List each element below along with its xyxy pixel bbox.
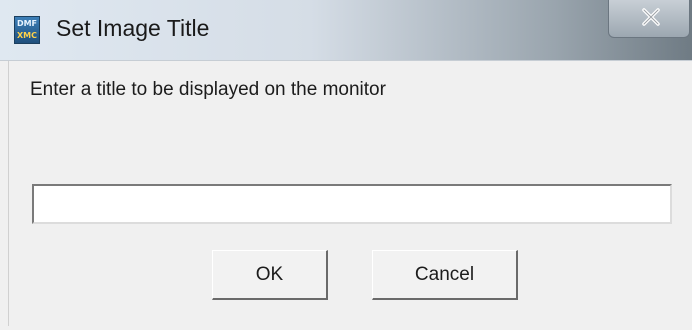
title-input[interactable] [32, 184, 672, 224]
close-icon [642, 8, 660, 26]
app-icon-line-1: DMF [16, 19, 38, 28]
close-button[interactable] [608, 0, 690, 38]
set-image-title-dialog: DMF XMC Set Image Title Enter a title to… [0, 0, 692, 330]
app-icon-line-2: XMC [17, 31, 37, 40]
cancel-button[interactable]: Cancel [372, 250, 518, 300]
ok-button[interactable]: OK [212, 250, 328, 300]
title-bar[interactable]: DMF XMC Set Image Title [0, 0, 692, 61]
app-icon: DMF XMC [14, 16, 40, 44]
prompt-label: Enter a title to be displayed on the mon… [30, 79, 386, 100]
window-title: Set Image Title [56, 15, 210, 41]
